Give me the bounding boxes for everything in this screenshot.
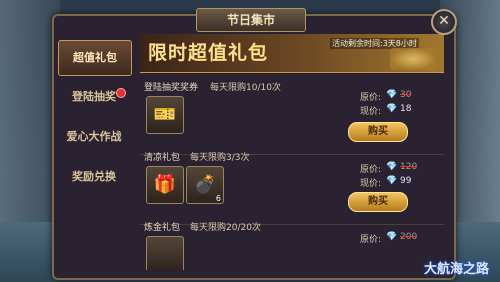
original-price: 120 — [400, 162, 418, 172]
tab-label: 奖励兑换 — [72, 170, 116, 183]
current-price-label: 现价: — [360, 107, 382, 117]
gem-icon: 💎 — [386, 90, 398, 100]
list-item: 清凉礼包 每天限购3/3次 🎁 💣 6 原价: 💎 120 现价: 💎 99 购… — [140, 146, 444, 225]
game-logo: 大航海之路 — [424, 262, 490, 277]
original-price-label: 原价: — [360, 235, 382, 245]
tab-login-lottery[interactable]: 登陆抽奖 — [58, 80, 130, 114]
item-slot[interactable] — [146, 236, 184, 270]
tab-label: 爱心大作战 — [66, 130, 122, 143]
item-slot[interactable]: 💣 6 — [186, 166, 224, 204]
tab-reward-exchange[interactable]: 奖励兑换 — [58, 160, 130, 194]
close-icon: ✕ — [438, 13, 450, 29]
current-price: 18 — [400, 104, 412, 114]
item-limit: 每天限购3/3次 — [190, 153, 250, 163]
original-price: 30 — [400, 90, 412, 100]
item-name: 炼金礼包 — [144, 223, 181, 233]
gem-icon: 💎 — [386, 162, 398, 172]
sidebar: 超值礼包 登陆抽奖 爱心大作战 奖励兑换 — [58, 34, 132, 270]
item-limit: 每天限购20/20次 — [190, 223, 261, 233]
buy-button[interactable]: 购买 — [348, 122, 408, 142]
item-limit: 每天限购10/10次 — [210, 83, 281, 93]
item-slot[interactable]: 🎫 — [146, 96, 184, 134]
tab-value-pack[interactable]: 超值礼包 — [58, 40, 132, 76]
treasure-icon — [390, 48, 436, 70]
close-button[interactable]: ✕ — [431, 9, 457, 35]
gem-icon: 💎 — [386, 104, 398, 114]
tab-label: 登陆抽奖 — [72, 90, 116, 103]
item-name: 清凉礼包 — [144, 153, 181, 163]
original-price: 200 — [400, 232, 418, 242]
tab-love-battle[interactable]: 爱心大作战 — [58, 120, 130, 154]
window-title: 节日集市 — [196, 8, 306, 32]
item-count: 6 — [215, 194, 221, 203]
current-price-label: 现价: — [360, 179, 382, 189]
buy-button[interactable]: 购买 — [348, 192, 408, 212]
gift-box-icon: 🎁 — [153, 174, 177, 195]
ticket-icon: 🎫 — [153, 104, 177, 125]
gem-icon: 💎 — [386, 176, 398, 186]
current-price: 99 — [400, 176, 412, 186]
banner-title: 限时超值礼包 — [148, 42, 269, 64]
promo-banner: 限时超值礼包 活动剩余时间:3天8小时 — [140, 34, 444, 73]
content-area: 限时超值礼包 活动剩余时间:3天8小时 登陆抽奖奖券 每天限购10/10次 🎫 … — [140, 34, 444, 270]
original-price-label: 原价: — [360, 93, 382, 103]
tab-label: 超值礼包 — [73, 51, 117, 64]
item-name: 登陆抽奖奖券 — [144, 83, 199, 93]
gem-icon: 💎 — [386, 232, 398, 242]
original-price-label: 原价: — [360, 165, 382, 175]
item-slot[interactable]: 🎁 — [146, 166, 184, 204]
list-item: 登陆抽奖奖券 每天限购10/10次 🎫 原价: 💎 30 现价: 💎 18 购买 — [140, 76, 444, 155]
notification-badge — [116, 88, 126, 98]
list-item: 炼金礼包 每天限购20/20次 原价: 💎 200 — [140, 216, 444, 270]
